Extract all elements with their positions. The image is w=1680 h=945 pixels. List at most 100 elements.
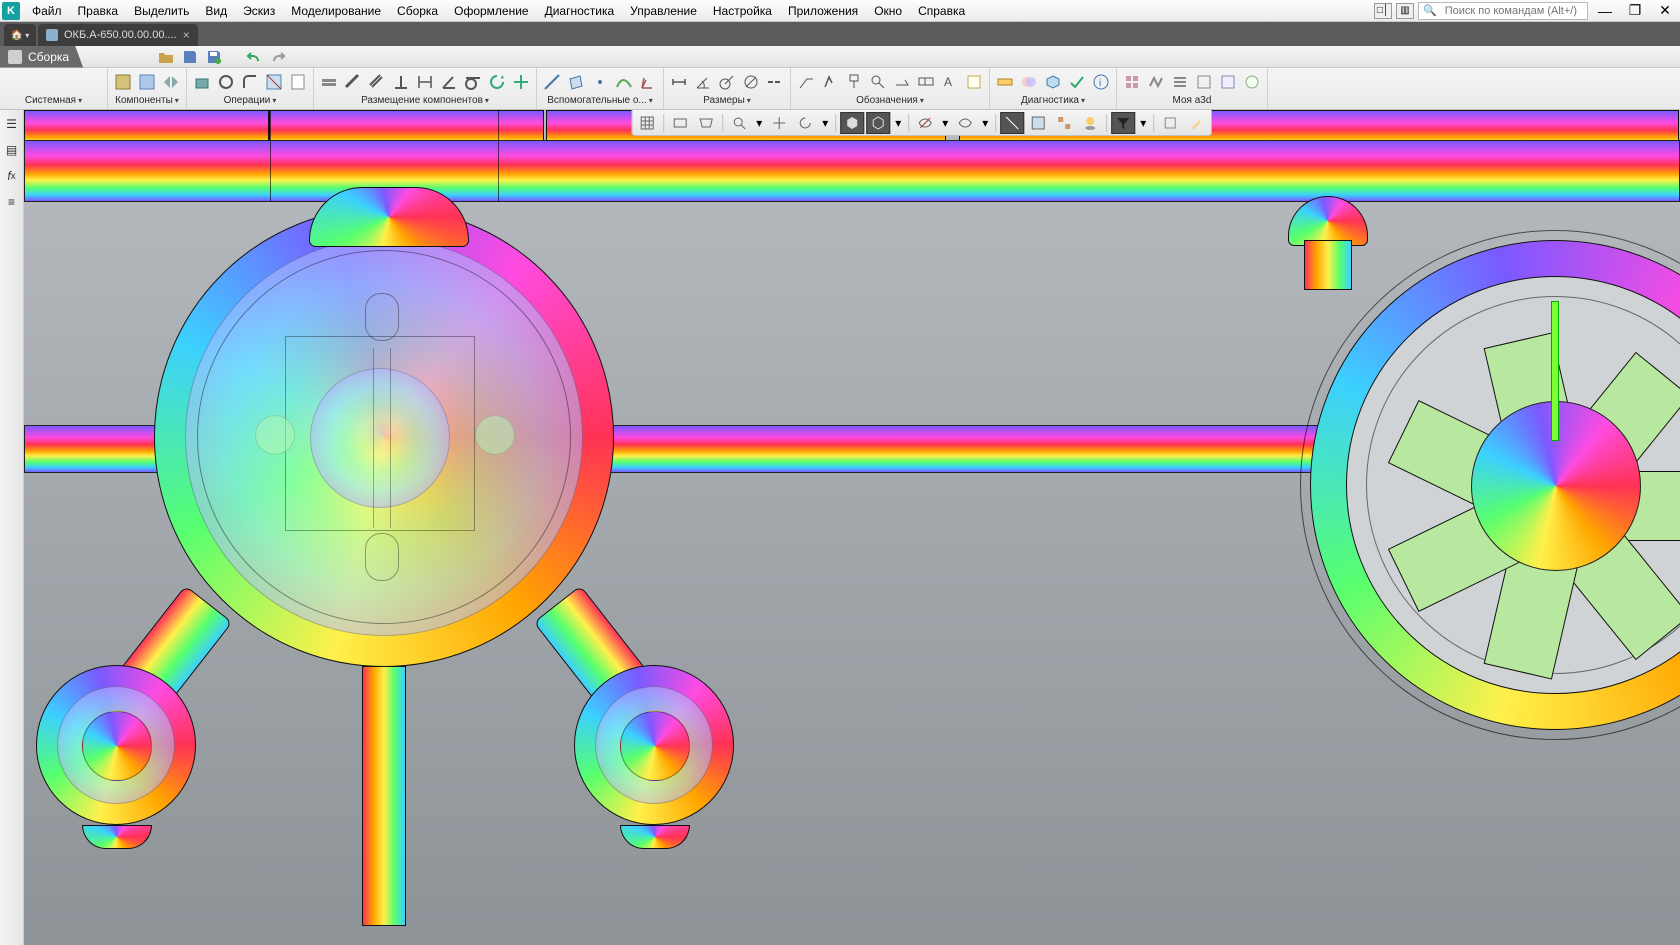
filter-dropdown[interactable]: ▾ bbox=[1137, 112, 1149, 134]
document-tab[interactable]: ОКБ.А-650.00.00.00.... × bbox=[38, 24, 198, 46]
distance-button[interactable] bbox=[414, 71, 436, 93]
show-button[interactable] bbox=[953, 112, 977, 134]
diameter-dim-button[interactable] bbox=[740, 71, 762, 93]
section-view-button[interactable] bbox=[1026, 112, 1050, 134]
save-button[interactable] bbox=[179, 47, 201, 67]
save-as-button[interactable] bbox=[203, 47, 225, 67]
command-search[interactable]: 🔍 bbox=[1418, 2, 1588, 20]
drawing-button[interactable] bbox=[287, 71, 309, 93]
tree-toggle-button[interactable]: ☰ bbox=[2, 114, 22, 134]
weld-button[interactable] bbox=[891, 71, 913, 93]
rotate-dropdown[interactable]: ▾ bbox=[819, 112, 831, 134]
show-dropdown[interactable]: ▾ bbox=[979, 112, 991, 134]
menu-edit[interactable]: Правка bbox=[70, 1, 127, 21]
variables-button[interactable]: fx bbox=[2, 166, 22, 186]
measure-distance-button[interactable] bbox=[994, 71, 1016, 93]
axis-button[interactable] bbox=[541, 71, 563, 93]
window-minimize[interactable]: — bbox=[1592, 1, 1618, 21]
mate-button[interactable] bbox=[342, 71, 364, 93]
datum-button[interactable] bbox=[843, 71, 865, 93]
rotate-button[interactable] bbox=[486, 71, 508, 93]
create-part-button[interactable] bbox=[136, 71, 158, 93]
color-scheme-button[interactable] bbox=[1000, 112, 1024, 134]
extrude-button[interactable] bbox=[191, 71, 213, 93]
perspective-button[interactable] bbox=[694, 112, 718, 134]
open-button[interactable] bbox=[155, 47, 177, 67]
menu-management[interactable]: Управление bbox=[622, 1, 705, 21]
panel-icon[interactable]: ▥ bbox=[1396, 3, 1414, 19]
rotate-view-button[interactable] bbox=[793, 112, 817, 134]
end-edit-button[interactable] bbox=[1158, 112, 1182, 134]
linear-dim-button[interactable] bbox=[668, 71, 690, 93]
leader-button[interactable] bbox=[795, 71, 817, 93]
move-button[interactable] bbox=[510, 71, 532, 93]
radius-dim-button[interactable] bbox=[716, 71, 738, 93]
hide-dropdown[interactable]: ▾ bbox=[939, 112, 951, 134]
custom2-button[interactable] bbox=[1145, 71, 1167, 93]
tangent-button[interactable] bbox=[462, 71, 484, 93]
menu-diagnostics[interactable]: Диагностика bbox=[537, 1, 623, 21]
fillet-button[interactable] bbox=[239, 71, 261, 93]
menu-apps[interactable]: Приложения bbox=[780, 1, 866, 21]
note-button[interactable] bbox=[963, 71, 985, 93]
hide-button[interactable] bbox=[913, 112, 937, 134]
plane-button[interactable] bbox=[565, 71, 587, 93]
section-button[interactable] bbox=[263, 71, 285, 93]
properties-button[interactable]: ▤ bbox=[2, 140, 22, 160]
interference-button[interactable] bbox=[1018, 71, 1040, 93]
info-button[interactable]: i bbox=[1090, 71, 1112, 93]
ortho-button[interactable] bbox=[668, 112, 692, 134]
add-component-button[interactable] bbox=[112, 71, 134, 93]
wireframe-button[interactable] bbox=[866, 112, 890, 134]
redo-button[interactable] bbox=[267, 47, 289, 67]
chain-dim-button[interactable] bbox=[764, 71, 786, 93]
command-search-input[interactable] bbox=[1441, 5, 1587, 17]
shaded-button[interactable] bbox=[840, 112, 864, 134]
surface-finish-button[interactable] bbox=[819, 71, 841, 93]
angle-button[interactable] bbox=[438, 71, 460, 93]
angular-dim-button[interactable] bbox=[692, 71, 714, 93]
balloon-button[interactable] bbox=[867, 71, 889, 93]
menu-help[interactable]: Справка bbox=[910, 1, 973, 21]
document-tab-close[interactable]: × bbox=[183, 28, 190, 42]
home-tab[interactable]: 🏠 ▾ bbox=[4, 24, 36, 46]
menu-select[interactable]: Выделить bbox=[126, 1, 197, 21]
layers-button[interactable]: ≡ bbox=[2, 192, 22, 212]
check-button[interactable] bbox=[1066, 71, 1088, 93]
custom5-button[interactable] bbox=[1217, 71, 1239, 93]
mass-props-button[interactable] bbox=[1042, 71, 1064, 93]
csys-button[interactable] bbox=[637, 71, 659, 93]
point-button[interactable] bbox=[589, 71, 611, 93]
menu-sketch[interactable]: Эскиз bbox=[235, 1, 283, 21]
zoom-button[interactable] bbox=[727, 112, 751, 134]
undo-button[interactable] bbox=[243, 47, 265, 67]
curve-button[interactable] bbox=[613, 71, 635, 93]
menu-file[interactable]: Файл bbox=[24, 1, 70, 21]
perpendicular-button[interactable] bbox=[390, 71, 412, 93]
menu-drafting[interactable]: Оформление bbox=[446, 1, 536, 21]
menu-settings[interactable]: Настройка bbox=[705, 1, 780, 21]
split-view-icon[interactable]: □│ bbox=[1374, 3, 1392, 19]
custom3-button[interactable] bbox=[1169, 71, 1191, 93]
exploded-button[interactable] bbox=[1052, 112, 1076, 134]
menu-view[interactable]: Вид bbox=[197, 1, 235, 21]
parallel-button[interactable] bbox=[366, 71, 388, 93]
zoom-dropdown[interactable]: ▾ bbox=[753, 112, 765, 134]
pan-button[interactable] bbox=[767, 112, 791, 134]
window-close[interactable]: ✕ bbox=[1652, 1, 1678, 21]
highlight-button[interactable] bbox=[1184, 112, 1208, 134]
viewport[interactable] bbox=[24, 110, 1680, 945]
window-maximize[interactable]: ❐ bbox=[1622, 1, 1648, 21]
menu-modeling[interactable]: Моделирование bbox=[283, 1, 389, 21]
display-dropdown[interactable]: ▾ bbox=[892, 112, 904, 134]
mirror-component-button[interactable] bbox=[160, 71, 182, 93]
menu-assembly[interactable]: Сборка bbox=[389, 1, 446, 21]
mode-indicator[interactable]: Сборка bbox=[0, 46, 83, 68]
tolerance-button[interactable] bbox=[915, 71, 937, 93]
grid-button[interactable] bbox=[635, 112, 659, 134]
filter-button[interactable] bbox=[1111, 112, 1135, 134]
hole-button[interactable] bbox=[215, 71, 237, 93]
custom1-button[interactable] bbox=[1121, 71, 1143, 93]
custom6-button[interactable] bbox=[1241, 71, 1263, 93]
shadows-button[interactable] bbox=[1078, 112, 1102, 134]
